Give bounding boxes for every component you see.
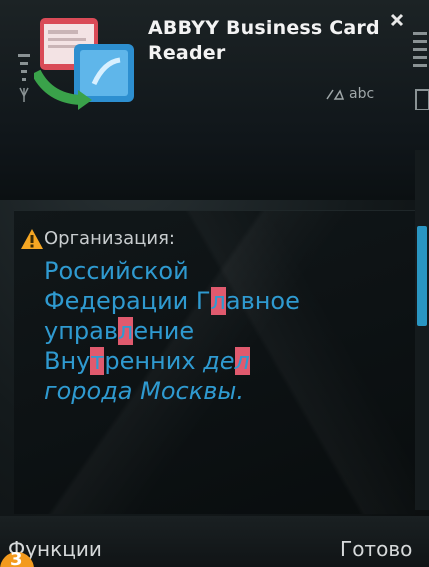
signal-strength-icon: [18, 54, 30, 102]
value-line: города Москвы.: [44, 376, 409, 406]
input-mode-indicator: abc: [326, 84, 374, 104]
step-number-badge: 3: [0, 552, 34, 567]
pen-icon: [326, 89, 344, 100]
value-text: города Москвы.: [44, 377, 244, 405]
value-text: управ: [44, 317, 118, 345]
value-line: Федерации Главное: [44, 286, 409, 316]
value-text: Российской: [44, 257, 189, 285]
scrollbar-track[interactable]: [415, 150, 429, 510]
value-text: Федерации Г: [44, 287, 211, 315]
value-line: Внутренних дел: [44, 346, 409, 376]
business-card-reader-app-icon: [34, 18, 134, 110]
uncertain-character: л: [210, 287, 226, 315]
value-text: Вну: [44, 347, 91, 375]
recognized-field-value[interactable]: Российской Федерации Главное управление Вну…: [44, 256, 409, 406]
phone-screen: ABBYY Business Card Reader abc Организац…: [0, 0, 429, 567]
value-line: Российской: [44, 256, 409, 286]
value-text: ренних: [104, 347, 204, 375]
battery-level-icon: [413, 32, 429, 110]
uncertain-character: л: [117, 317, 134, 345]
scrollbar-thumb[interactable]: [417, 226, 427, 326]
uncertain-character: л: [234, 347, 250, 375]
uncertain-character: т: [90, 347, 105, 375]
app-title: ABBYY Business Card Reader: [148, 17, 380, 64]
value-text: ение: [133, 317, 195, 345]
field-label: Организация:: [44, 228, 175, 249]
warning-icon: [21, 229, 43, 249]
close-icon[interactable]: [389, 12, 405, 28]
input-mode-label: abc: [349, 86, 375, 102]
value-text: авное: [225, 287, 300, 315]
value-text: де: [203, 347, 235, 375]
value-line: управление: [44, 316, 409, 346]
done-softkey[interactable]: Готово: [340, 536, 412, 562]
badge-number: 3: [10, 552, 23, 567]
